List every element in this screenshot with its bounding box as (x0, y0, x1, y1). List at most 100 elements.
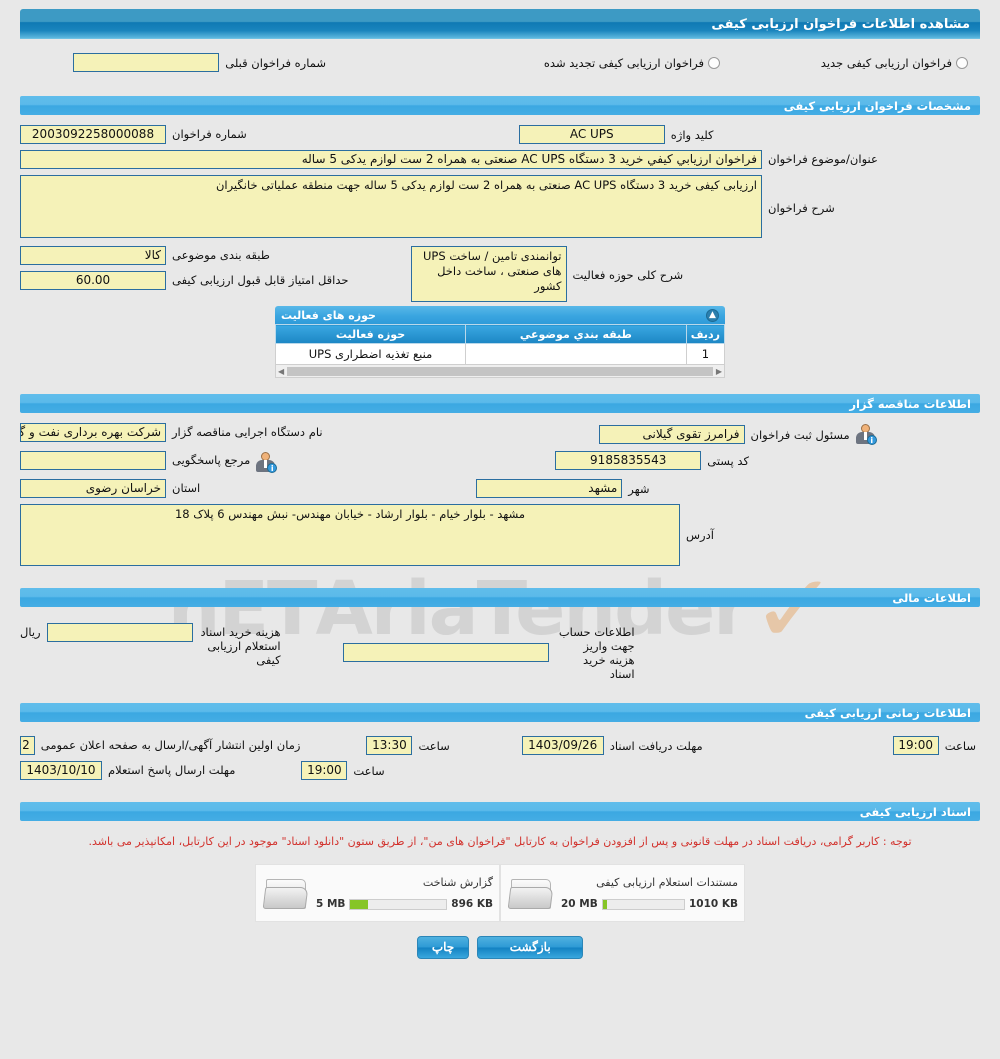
keyword-label: کلید واژه (670, 128, 714, 142)
address-textarea[interactable]: مشهد - بلوار خیام - بلوار ارشاد - خیابان… (20, 504, 680, 566)
radio-new-tender[interactable]: فراخوان ارزیابی کیفی جدید (821, 56, 968, 70)
publish-time-label: ساعت (418, 739, 450, 753)
row-tender-title: عنوان/موضوع فراخوان فراخوان ارزیابي کیفي… (20, 150, 980, 169)
province-label: استان (172, 481, 201, 495)
tender-number-input[interactable]: 2003092258000088 (20, 125, 166, 144)
radio-new-tender-circle[interactable] (956, 56, 968, 69)
row-category-inner: طبقه بندی موضوعی کالا (20, 246, 353, 265)
receive-deadline-time-input[interactable]: 19:00 (892, 736, 939, 755)
receive-deadline-label: مهلت دریافت اسناد (609, 739, 703, 753)
section-header-documents: اسناد ارزیابی کیفی (20, 802, 980, 821)
file-card-recognition-report[interactable]: گزارش شناخت 5 MB 896 KB (255, 864, 500, 922)
receive-deadline-time-label: ساعت (944, 739, 976, 753)
section-body-specs: کلید واژه AC UPS شماره فراخوان 200309225… (20, 115, 980, 382)
tender-title-label: عنوان/موضوع فراخوان (768, 152, 878, 166)
account-info-label: اطلاعات حساب جهت واریز هزینه خرید اسناد (558, 625, 635, 681)
organization-input[interactable]: شرکت بهره برداری نفت و گ (20, 423, 166, 442)
previous-tender-number-input[interactable] (73, 53, 220, 72)
response-time-input[interactable]: 19:00 (301, 761, 348, 780)
section-header-employer: اطلاعات مناقصه گزار (20, 394, 980, 413)
row-min-score: حداقل امتیاز قابل قبول ارزیابی کیفی 60.0… (20, 271, 353, 290)
file-title-recognition-report: گزارش شناخت (422, 876, 493, 889)
person-icon: i (854, 423, 878, 445)
activity-description-label: شرح کلی حوزه فعالیت (572, 268, 684, 282)
response-time-label: ساعت (353, 764, 385, 778)
collapse-icon[interactable]: ▲ (706, 308, 719, 322)
folder-icon (262, 873, 310, 913)
file-meter-qualification-docs: 20 MB 1010 KB (561, 898, 738, 910)
scroll-left-arrow-icon[interactable]: ◀ (278, 367, 284, 376)
city-label: شهر (628, 482, 650, 496)
publish-date-input[interactable]: 1403/09/12 (20, 736, 35, 755)
tender-title-input[interactable]: فراخوان ارزیابي کیفي خرید 3 دستگاه AC UP… (20, 150, 762, 169)
contact-input[interactable] (20, 451, 166, 470)
row-response-deadline: ساعت 19:00 مهلت ارسال پاسخ استعلام 1403/… (20, 761, 980, 780)
organization-label: نام دستگاه اجرایی مناقصه گزار (172, 425, 323, 439)
window-title-bar: مشاهده اطلاعات فراخوان ارزیابی کیفی (20, 9, 980, 39)
city-input[interactable]: مشهد (476, 479, 623, 498)
postal-code-input[interactable]: 9185835543 (555, 451, 702, 470)
radio-new-tender-label: فراخوان ارزیابی کیفی جدید (820, 55, 952, 70)
back-button[interactable]: بازگشت (477, 936, 584, 959)
section-header-specs: مشخصات فراخوان ارزیابی کیفی (20, 96, 980, 115)
document-cost-input[interactable] (46, 623, 193, 642)
keyword-input[interactable]: AC UPS (518, 125, 665, 144)
documents-notice: توجه : کاربر گرامی، دریافت اسناد در مهلت… (88, 835, 912, 848)
row-address: آدرس مشهد - بلوار خیام - بلوار ارشاد - خ… (20, 504, 980, 566)
row-publish-date: ساعت 19:00 مهلت دریافت اسناد 1403/09/26 … (20, 736, 980, 755)
row-contact: کد پستی 9185835543 i مرجع پاسخگویی (20, 451, 980, 473)
receive-deadline-date-input[interactable]: 1403/09/26 (521, 736, 604, 755)
activity-areas-panel: ▲ حوزه های فعالیت ردیف طبقه بندي موضوعي … (275, 306, 726, 378)
section-header-timing: اطلاعات زمانی ارزیابی کیفی (20, 703, 980, 722)
file-size-recognition-report: 896 KB (451, 898, 493, 910)
page-title: مشاهده اطلاعات فراخوان ارزیابی کیفی (711, 16, 970, 32)
account-info-input[interactable] (342, 642, 549, 662)
cell-area: منبع تغذیه اضطراری UPS (275, 343, 466, 365)
response-deadline-date-input[interactable]: 1403/10/10 (20, 761, 102, 780)
file-progress-qualification-docs (601, 898, 685, 910)
registrar-label: مسئول ثبت فراخوان (750, 427, 850, 442)
row-organization: i مسئول ثبت فراخوان فرامرز تقوی گیلانی ن… (20, 423, 980, 445)
row-province: شهر مشهد استان خراسان رضوی (20, 479, 980, 498)
section-header-financial: اطلاعات مالی (20, 588, 980, 607)
file-meter-recognition-report: 5 MB 896 KB (316, 898, 493, 910)
province-input[interactable]: خراسان رضوی (20, 479, 166, 498)
radio-renewed-tender-circle[interactable] (708, 56, 720, 69)
min-score-input[interactable]: 60.00 (20, 271, 166, 290)
tender-description-textarea[interactable]: ارزیابی کیفی خرید 3 دستگاه AC UPS صنعتی … (20, 175, 762, 238)
radio-renewed-tender-label: فراخوان ارزیابی کیفی تجدید شده (543, 55, 704, 70)
contact-person-icon: i (254, 451, 278, 473)
section-title-specs: مشخصات فراخوان ارزیابی کیفی (783, 98, 971, 113)
table-row: 1 منبع تغذیه اضطراری UPS (275, 343, 726, 365)
address-label: آدرس (686, 528, 714, 542)
row-tender-description: شرح فراخوان ارزیابی کیفی خرید 3 دستگاه A… (20, 175, 980, 238)
folder-icon (507, 873, 555, 913)
print-button[interactable]: چاپ (416, 936, 470, 959)
activity-description-textarea[interactable]: توانمندی تامین / ساخت UPS های صنعتی ، سا… (410, 246, 567, 302)
th-index: ردیف (685, 324, 726, 344)
previous-tender-number-label: شماره فراخوان قبلی (225, 56, 326, 70)
category-label: طبقه بندی موضوعی (172, 248, 270, 262)
cell-index: 1 (685, 343, 726, 365)
section-title-timing: اطلاعات زمانی ارزیابی کیفی (804, 705, 971, 720)
activity-areas-title: حوزه های فعالیت (281, 308, 376, 322)
publish-date-label: زمان اولین انتشار آگهی/ارسال به صفحه اعل… (40, 738, 301, 752)
publish-time-input[interactable]: 13:30 (366, 736, 413, 755)
contact-label: مرجع پاسخگویی (172, 453, 251, 467)
registrar-input[interactable]: فرامرز تقوی گیلانی (598, 424, 745, 444)
file-limit-qualification-docs: 20 MB (561, 898, 598, 910)
file-card-qualification-docs[interactable]: مستندات استعلام ارزیابی کیفی 20 MB 1010 … (500, 864, 745, 922)
scrollbar-thumb[interactable] (287, 366, 713, 376)
table-horizontal-scrollbar[interactable]: ▶ ◀ (275, 365, 725, 378)
response-deadline-label: مهلت ارسال پاسخ استعلام (108, 763, 236, 777)
page-root: ✓ AriaTender nET مشاهده اطلاعات فراخوان ا… (0, 9, 1000, 1059)
th-area: حوزه فعالیت (275, 324, 466, 344)
file-title-qualification-docs: مستندات استعلام ارزیابی کیفی (596, 876, 738, 889)
category-input[interactable]: کالا (20, 246, 166, 265)
currency-label: ریال (20, 625, 41, 639)
postal-code-label: کد پستی (707, 454, 749, 468)
scroll-right-arrow-icon[interactable]: ▶ (716, 367, 722, 376)
radio-renewed-tender[interactable]: فراخوان ارزیابی کیفی تجدید شده (544, 56, 720, 70)
file-progress-recognition-report (349, 898, 448, 910)
document-cost-label: هزینه خرید اسناد استعلام ارزیابی کیفی (200, 625, 281, 667)
